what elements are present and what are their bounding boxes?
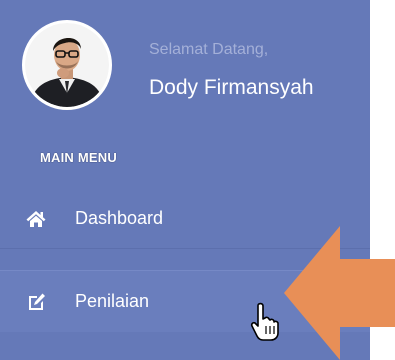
sidebar-item-label: Penilaian: [75, 291, 150, 311]
user-name: Dody Firmansyah: [149, 76, 314, 99]
edit-icon: [29, 293, 45, 310]
avatar[interactable]: [22, 20, 112, 110]
welcome-text: Selamat Datang,: [149, 41, 269, 58]
hand-pointer-cursor-icon: [250, 302, 279, 341]
annotation-arrow-icon: [284, 226, 395, 360]
menu-header: MAIN MENU: [40, 150, 117, 165]
sidebar-item-label: Dashboard: [75, 208, 164, 228]
home-icon: [26, 210, 46, 227]
